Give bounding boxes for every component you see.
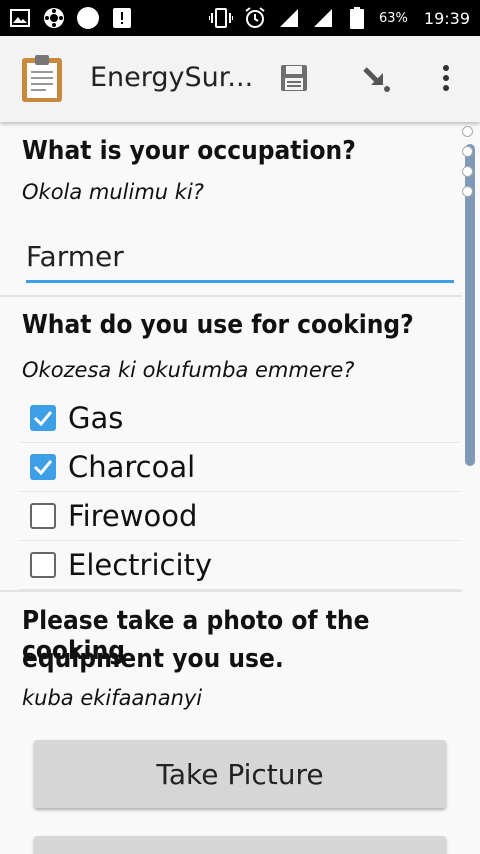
checkbox-gas[interactable]: Gas [20,394,460,443]
secondary-button[interactable] [34,836,446,854]
checkbox-label: Electricity [68,548,213,582]
image-icon [8,6,32,30]
battery-percent: 63% [378,10,408,26]
alert-icon [110,6,134,30]
checkbox-label: Firewood [68,499,198,533]
more-vert-icon[interactable] [426,58,466,98]
question-hint: Okozesa ki okufumba emmere? [22,358,355,382]
forward-icon[interactable] [356,58,396,98]
app-bar: EnergySur... [0,36,480,122]
take-picture-button[interactable]: Take Picture [34,740,446,808]
scroll-dot [462,146,473,157]
battery-icon [345,6,369,30]
checkbox-electricity[interactable]: Electricity [20,541,460,590]
checkbox-unchecked-icon[interactable] [30,552,56,578]
clipboard-icon [20,54,64,104]
divider [0,590,462,592]
occupation-input[interactable] [26,232,454,283]
clock: 19:39 [423,8,470,28]
checkbox-unchecked-icon[interactable] [30,503,56,529]
vibrate-icon [208,6,233,30]
question-hint: kuba ekifaananyi [22,686,203,710]
settings-icon [42,6,66,30]
checkbox-label: Gas [68,401,124,435]
scroll-dot [462,126,473,137]
checkbox-checked-icon[interactable] [30,454,56,480]
scroll-dot [462,166,473,177]
question-hint: Okola mulimu ki? [22,180,204,204]
form-content: What is your occupation? Okola mulimu ki… [0,122,480,854]
checkbox-checked-icon[interactable] [30,405,56,431]
save-icon[interactable] [274,58,314,98]
divider [0,295,462,297]
alarm-icon [243,6,267,30]
signal-icon [311,6,335,30]
question-title: What do you use for cooking? [22,310,414,340]
checkbox-charcoal[interactable]: Charcoal [20,443,460,492]
question-title: What is your occupation? [22,136,356,166]
question-title-line2: equipment you use. [22,644,284,674]
checkbox-firewood[interactable]: Firewood [20,492,460,541]
checkbox-label: Charcoal [68,450,196,484]
status-bar: 63% 19:39 [0,0,480,36]
circle-icon [76,6,100,30]
app-title: EnergySur... [90,62,254,93]
signal-icon [277,6,301,30]
scroll-dot [462,186,473,197]
